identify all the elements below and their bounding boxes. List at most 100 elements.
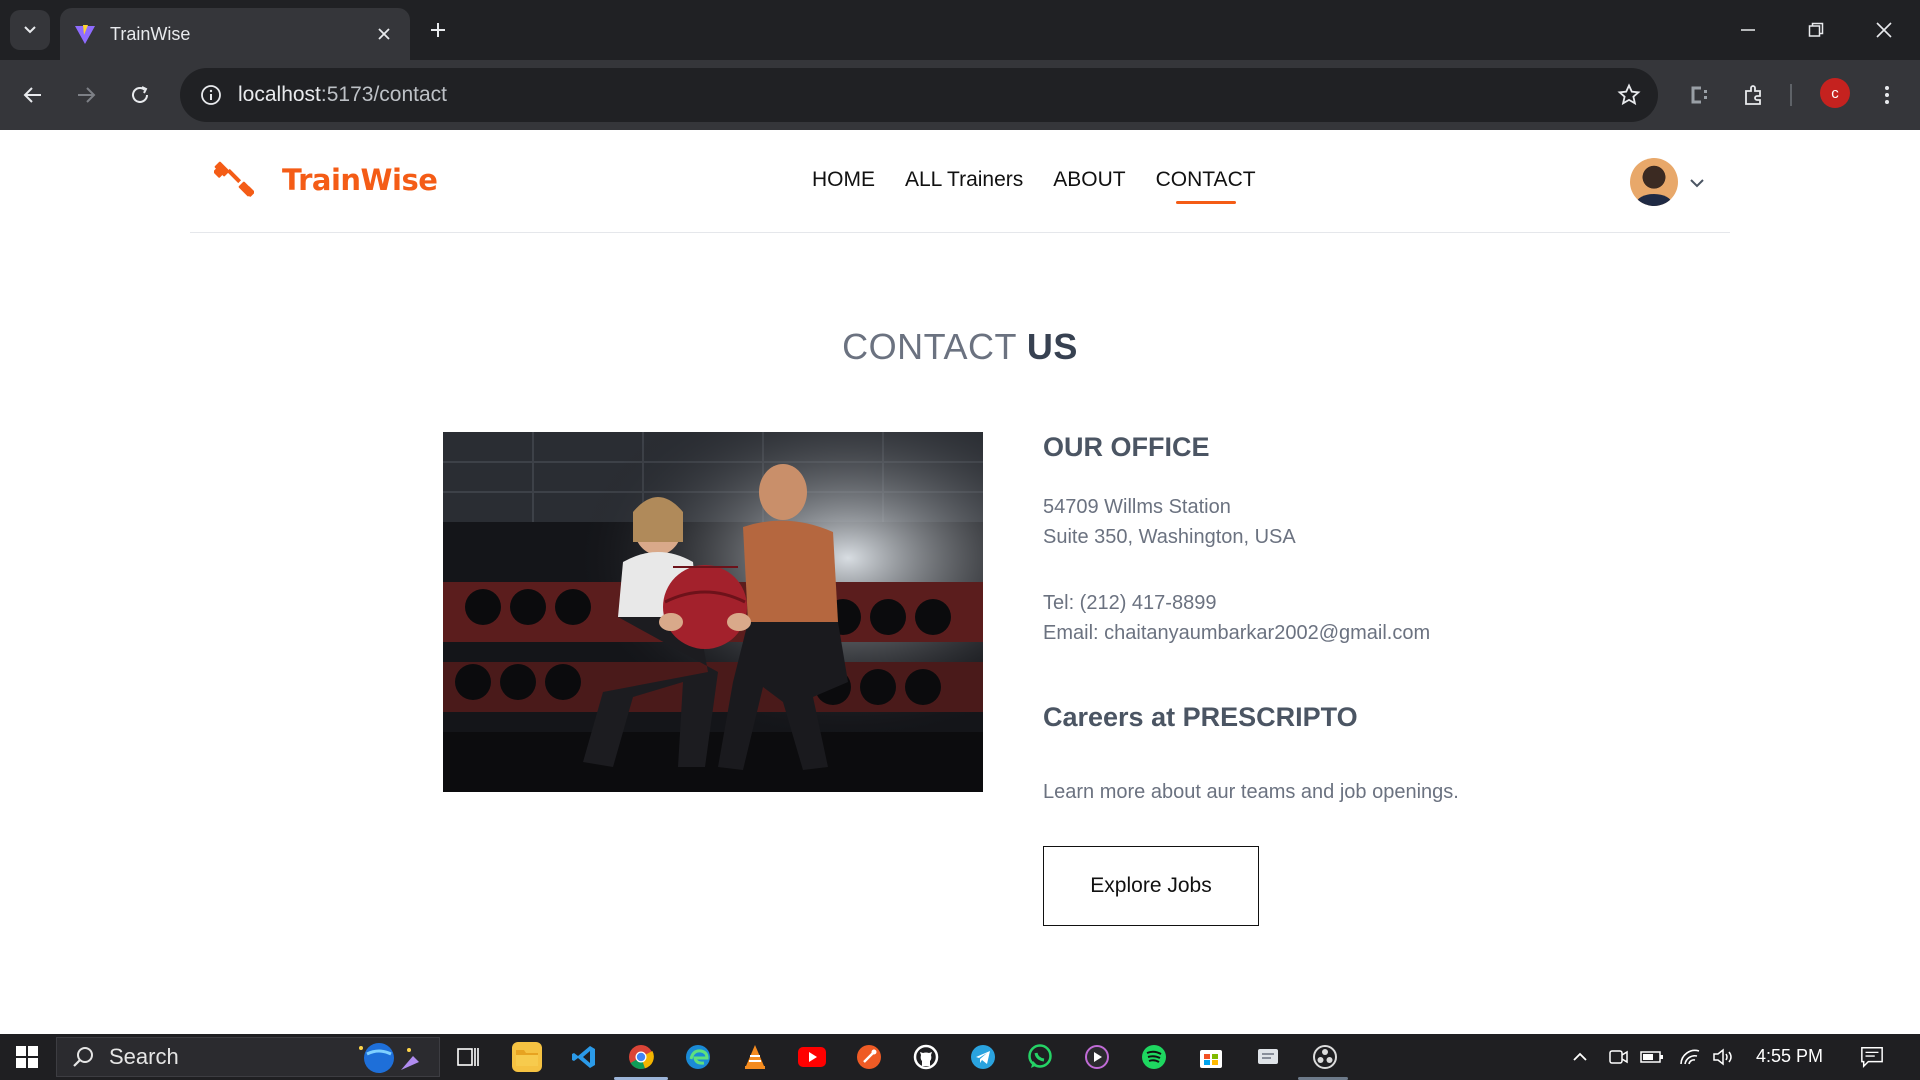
contact-details: Tel: (212) 417-8899 Email: chaitanyaumba…: [1043, 588, 1430, 648]
star-icon: [1617, 83, 1641, 106]
tab-search-dropdown-button[interactable]: [10, 10, 50, 50]
main-nav: HOME ALL Trainers ABOUT CONTACT: [812, 168, 1256, 204]
minimize-button[interactable]: [1714, 0, 1782, 60]
postman-icon: [857, 1045, 881, 1069]
careers-description: Learn more about aur teams and job openi…: [1043, 781, 1459, 803]
taskbar-clock[interactable]: 4:55 PM: [1756, 1046, 1823, 1067]
volume-icon[interactable]: [1712, 1046, 1736, 1068]
reload-icon: [132, 86, 148, 103]
address-line-2: Suite 350, Washington, USA: [1043, 526, 1296, 548]
youtube-icon: [798, 1047, 826, 1067]
restore-button[interactable]: [1782, 0, 1850, 60]
windows-logo-icon: [16, 1046, 38, 1068]
reload-button[interactable]: [121, 76, 159, 114]
bookmark-star-button[interactable]: [1614, 80, 1644, 110]
arrow-left-icon: [23, 87, 41, 103]
task-view-button[interactable]: [453, 1042, 483, 1072]
email: Email: chaitanyaumbarkar2002@gmail.com: [1043, 622, 1431, 644]
back-button[interactable]: [14, 76, 52, 114]
notes-taskbar-button[interactable]: [1253, 1042, 1283, 1072]
nav-about[interactable]: ABOUT: [1053, 168, 1125, 192]
media-player-taskbar-button[interactable]: [1082, 1042, 1112, 1072]
store-taskbar-button[interactable]: [1196, 1042, 1226, 1072]
taskbar-search[interactable]: Search: [56, 1037, 440, 1077]
folder-icon: [516, 1050, 538, 1066]
obs-icon: [1313, 1045, 1337, 1069]
site-navbar: TrainWise HOME ALL Trainers ABOUT CONTAC…: [190, 130, 1730, 233]
chrome-icon: [629, 1045, 654, 1069]
brand-name: TrainWise: [282, 163, 438, 197]
meet-now-icon[interactable]: [1606, 1046, 1630, 1068]
gym-scene-illustration: [443, 432, 983, 792]
extensions-button[interactable]: [1735, 76, 1773, 114]
user-avatar[interactable]: [1630, 158, 1678, 206]
more-vertical-icon: [1885, 86, 1889, 104]
nav-home[interactable]: HOME: [812, 168, 875, 192]
windows-taskbar: Search 4:55 PM: [0, 1034, 1920, 1080]
tab-close-button[interactable]: [372, 22, 396, 46]
notification-icon: [1861, 1047, 1883, 1069]
notes-icon: [1258, 1049, 1278, 1064]
close-icon: [1876, 22, 1892, 38]
site-logo[interactable]: TrainWise: [214, 160, 438, 200]
telegram-taskbar-button[interactable]: [968, 1042, 998, 1072]
forward-button[interactable]: [67, 76, 105, 114]
wifi-icon[interactable]: [1678, 1046, 1702, 1068]
arrow-right-icon: [78, 87, 96, 103]
notification-center-button[interactable]: [1860, 1046, 1884, 1069]
battery-icon[interactable]: [1640, 1046, 1664, 1068]
gym-training-photo: [443, 432, 983, 792]
extension-c-icon: [1691, 86, 1707, 104]
spotify-taskbar-button[interactable]: [1139, 1042, 1169, 1072]
extension-c-button[interactable]: [1680, 76, 1718, 114]
start-button[interactable]: [8, 1042, 46, 1072]
file-explorer-taskbar-button[interactable]: [512, 1042, 542, 1072]
chevron-down-icon: [24, 26, 36, 34]
vscode-taskbar-button[interactable]: [569, 1042, 599, 1072]
user-menu-dropdown[interactable]: [1686, 172, 1708, 194]
telegram-icon: [971, 1045, 995, 1069]
vite-favicon-icon: [75, 25, 95, 44]
profile-avatar-button[interactable]: c: [1820, 78, 1850, 108]
tab-title: TrainWise: [110, 23, 191, 44]
browser-tab[interactable]: TrainWise: [60, 8, 410, 60]
web-page: TrainWise HOME ALL Trainers ABOUT CONTAC…: [0, 130, 1920, 1034]
show-hidden-icons-button[interactable]: [1568, 1046, 1592, 1068]
edge-icon: [686, 1045, 710, 1069]
github-icon: [913, 1044, 939, 1070]
store-icon: [1200, 1050, 1222, 1068]
toolbar-separator: [1790, 84, 1792, 106]
search-highlight-icon: [359, 1043, 419, 1073]
site-info-icon[interactable]: [184, 84, 238, 106]
postman-taskbar-button[interactable]: [854, 1042, 884, 1072]
chevron-up-icon: [1573, 1052, 1587, 1061]
vlc-taskbar-button[interactable]: [740, 1042, 770, 1072]
youtube-taskbar-button[interactable]: [797, 1042, 827, 1072]
url-text: localhost:5173/contact: [238, 83, 447, 106]
office-title: OUR OFFICE: [1043, 432, 1210, 462]
search-placeholder: Search: [109, 1044, 179, 1069]
minimize-icon: [1741, 29, 1755, 31]
spotify-icon: [1142, 1045, 1166, 1069]
close-icon: [378, 28, 390, 40]
browser-toolbar: localhost:5173/contact c: [0, 60, 1920, 130]
obs-taskbar-button[interactable]: [1310, 1042, 1340, 1072]
play-circle-icon: [1085, 1045, 1109, 1069]
careers-title: Careers at PRESCRIPTO: [1043, 702, 1358, 732]
address-bar[interactable]: localhost:5173/contact: [180, 68, 1658, 122]
explore-jobs-button[interactable]: Explore Jobs: [1043, 846, 1259, 926]
github-taskbar-button[interactable]: [911, 1042, 941, 1072]
nav-contact[interactable]: CONTACT: [1156, 168, 1256, 204]
edge-taskbar-button[interactable]: [683, 1042, 713, 1072]
browser-menu-button[interactable]: [1868, 76, 1906, 114]
nav-all-trainers[interactable]: ALL Trainers: [905, 168, 1023, 192]
new-tab-button[interactable]: [422, 14, 454, 46]
window-close-button[interactable]: [1850, 0, 1918, 60]
vlc-icon: [745, 1045, 765, 1069]
chrome-taskbar-button[interactable]: [626, 1042, 656, 1072]
whatsapp-taskbar-button[interactable]: [1025, 1042, 1055, 1072]
vscode-icon: [572, 1046, 595, 1068]
restore-icon: [1808, 22, 1824, 37]
browser-tab-bar: TrainWise: [0, 0, 1920, 60]
office-address: 54709 Willms Station Suite 350, Washingt…: [1043, 492, 1296, 552]
